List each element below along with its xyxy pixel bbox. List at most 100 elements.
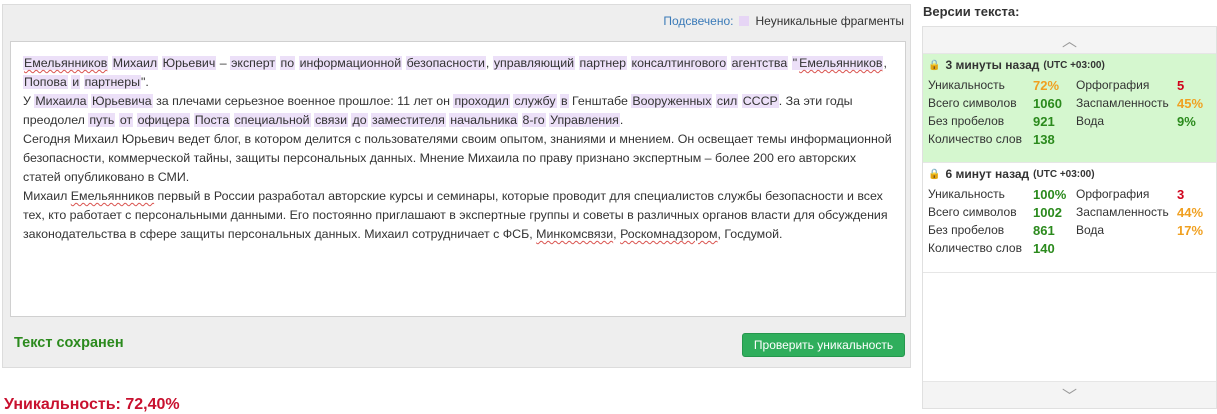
text-fragment: Емельянников — [70, 189, 155, 203]
version-timezone: (UTC +03:00) — [1043, 59, 1105, 71]
highlight-legend: Подсвечено: Неуникальные фрагменты — [663, 14, 904, 28]
chevron-up-icon: ︿ — [1061, 32, 1077, 50]
paragraph-4: Михаил Емельянников первый в России разр… — [23, 187, 895, 244]
chevron-down-icon: ﹀ — [1061, 387, 1077, 405]
stat-label: Уникальность — [928, 78, 1005, 92]
version-stats: Уникальность 72% Орфография 5 Всего символов… — [928, 78, 1210, 147]
stat-label: Заспамленность — [1076, 205, 1169, 219]
scroll-up-button[interactable]: ︿ — [923, 27, 1216, 54]
highlighted-fragment: в — [560, 94, 569, 108]
legend-label: Подсвечено: — [663, 14, 734, 28]
lock-icon: 🔒 — [928, 168, 941, 180]
highlighted-fragment: информационной — [298, 56, 403, 70]
highlighted-fragment: до — [351, 113, 368, 127]
stat-water: 9% — [1177, 114, 1196, 129]
highlighted-fragment: Юрьевич — [161, 56, 217, 70]
text-fragment: , — [485, 56, 493, 70]
text-fragment: Генштабе — [568, 94, 632, 108]
highlighted-fragment: Попова — [23, 75, 68, 89]
stat-spelling: 5 — [1177, 78, 1185, 93]
version-time: 3 минуты назад — [945, 58, 1040, 72]
version-timezone: (UTC +03:00) — [1033, 168, 1095, 180]
scroll-down-button[interactable]: ﹀ — [923, 381, 1216, 408]
text-editor-panel: Подсвечено: Неуникальные фрагменты Емель… — [2, 4, 911, 368]
highlighted-fragment: агентства — [730, 56, 789, 70]
stat-chars: 1002 — [1033, 205, 1062, 220]
paragraph-2: У Михаила Юрьевича за плечами серьезное … — [23, 92, 895, 130]
stat-uniqueness: 100% — [1033, 187, 1067, 202]
version-header: 🔒 3 минуты назад (UTC +03:00) — [928, 58, 1210, 72]
stat-no-spaces: 921 — [1033, 114, 1055, 129]
stat-spam: 44% — [1177, 205, 1204, 220]
version-header: 🔒 6 минут назад (UTC +03:00) — [928, 167, 1210, 181]
stat-label: Всего символов — [928, 205, 1017, 219]
highlight-swatch — [739, 16, 750, 26]
text-fragment: , — [883, 56, 887, 70]
version-stats: Уникальность 100% Орфография 3 Всего символо… — [928, 187, 1210, 256]
legend-text: Неуникальные фрагменты — [755, 14, 904, 28]
text-fragment: за плечами серьезное военное прошлое: 11… — [152, 94, 454, 108]
lock-icon: 🔒 — [928, 59, 941, 71]
stat-label: Уникальность — [928, 187, 1005, 201]
highlighted-fragment: от — [118, 113, 134, 127]
highlighted-fragment: и — [71, 75, 81, 89]
text-fragment: Роскомнадзором — [620, 227, 718, 241]
versions-title: Версии текста: — [923, 4, 1020, 19]
version-card[interactable]: 🔒 6 минут назад (UTC +03:00) Уникальность 10… — [923, 163, 1216, 273]
highlighted-fragment: Емельянников — [23, 56, 109, 70]
stat-label: Орфография — [1076, 187, 1150, 201]
highlighted-fragment: связи — [314, 113, 349, 127]
highlighted-fragment: Емельянников — [798, 56, 884, 70]
stat-label: Вода — [1076, 223, 1105, 237]
stat-chars: 1060 — [1033, 96, 1062, 111]
stat-label: Заспамленность — [1076, 96, 1169, 110]
uniqueness-result: Уникальность: 72,40% — [4, 396, 180, 413]
text-fragment: Михаил — [23, 189, 71, 203]
highlighted-fragment: партнеры — [83, 75, 141, 89]
text-fragment: . — [619, 113, 624, 127]
stat-label: Всего символов — [928, 96, 1017, 110]
highlighted-fragment: проходил — [453, 94, 510, 108]
highlighted-fragment: управляющий — [492, 56, 576, 70]
text-fragment: , Госдумой. — [717, 227, 783, 241]
highlighted-fragment: Михаил — [111, 56, 159, 70]
versions-sidebar: ︿ 🔒 3 минуты назад (UTC +03:00) Уникальност… — [922, 26, 1217, 409]
highlighted-fragment: партнер — [578, 56, 628, 70]
stat-label: Количество слов — [928, 132, 1022, 146]
save-status: Текст сохранен — [14, 335, 124, 351]
highlighted-fragment: 8-го — [521, 113, 546, 127]
stat-label: Орфография — [1076, 78, 1150, 92]
text-fragment: У — [23, 94, 35, 108]
text-fragment: Минкомсвязи — [536, 227, 614, 241]
text-editor[interactable]: Емельянников Михаил Юрьевич – эксперт по… — [10, 41, 906, 317]
check-uniqueness-button[interactable]: Проверить уникальность — [742, 333, 905, 357]
highlighted-fragment: заместителя — [371, 113, 446, 127]
text-fragment — [276, 56, 279, 70]
highlighted-fragment: сил — [715, 94, 739, 108]
stat-words: 140 — [1033, 241, 1055, 256]
paragraph-3: Сегодня Михаил Юрьевич ведет блог, в кот… — [23, 130, 895, 187]
highlighted-fragment: Юрьевича — [91, 94, 153, 108]
highlighted-fragment: офицера — [136, 113, 191, 127]
highlighted-fragment: Вооруженных — [631, 94, 713, 108]
highlighted-fragment: службу — [513, 94, 557, 108]
text-fragment — [575, 56, 578, 70]
highlighted-fragment: Поста — [193, 113, 231, 127]
text-fragment — [627, 56, 630, 70]
highlighted-fragment: эксперт — [230, 56, 277, 70]
stat-label: Вода — [1076, 114, 1105, 128]
paragraph-1: Емельянников Михаил Юрьевич – эксперт по… — [23, 54, 895, 92]
text-fragment: ". — [141, 75, 149, 89]
highlighted-fragment: путь — [88, 113, 116, 127]
highlighted-fragment: консалтингового — [630, 56, 728, 70]
highlighted-fragment: Михаила — [34, 94, 88, 108]
highlighted-fragment: Управления — [549, 113, 620, 127]
highlighted-fragment: СССР — [741, 94, 779, 108]
stat-spam: 45% — [1177, 96, 1204, 111]
stat-words: 138 — [1033, 132, 1055, 147]
highlighted-fragment: специальной — [233, 113, 311, 127]
stat-uniqueness: 72% — [1033, 78, 1060, 93]
stat-label: Без пробелов — [928, 114, 1005, 128]
version-card[interactable]: 🔒 3 минуты назад (UTC +03:00) Уникальность 7… — [923, 54, 1216, 163]
stat-no-spaces: 861 — [1033, 223, 1055, 238]
